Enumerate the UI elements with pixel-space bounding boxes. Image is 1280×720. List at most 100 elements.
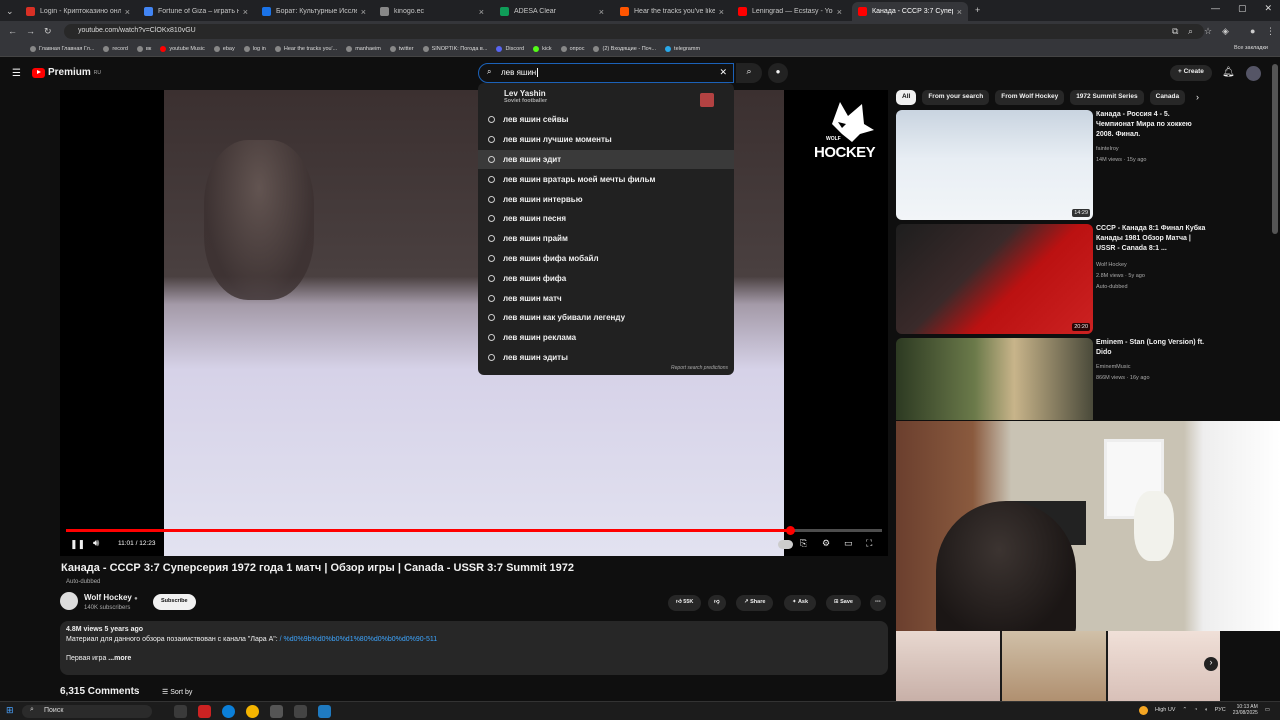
- clock[interactable]: 10:13 AM 23/08/2025: [1233, 704, 1258, 716]
- page-scrollbar[interactable]: [1272, 64, 1278, 234]
- create-button[interactable]: + Create: [1170, 65, 1212, 81]
- suggestion-item[interactable]: лев яшин реклама: [478, 328, 734, 348]
- suggestion-item[interactable]: лев яшин матч: [478, 288, 734, 308]
- chip-canada[interactable]: Canada: [1149, 90, 1186, 105]
- more-actions-button[interactable]: ⋯: [870, 595, 886, 611]
- app-icon[interactable]: [270, 705, 283, 718]
- suggestion-item[interactable]: лев яшин прайм: [478, 229, 734, 249]
- bookmark-item[interactable]: опрос: [560, 46, 584, 52]
- voice-search-button[interactable]: ●: [768, 63, 788, 83]
- suggestion-item[interactable]: лев яшин интервью: [478, 189, 734, 209]
- close-icon[interactable]: ×: [837, 7, 842, 17]
- settings-gear-icon[interactable]: [294, 705, 307, 718]
- search-input[interactable]: ⌕ лев яшин ✕: [478, 63, 734, 83]
- profile-icon[interactable]: ●: [1250, 26, 1255, 36]
- browser-tab-2[interactable]: Fortune of Giza – играть на оф ×: [138, 2, 254, 21]
- subscribe-button[interactable]: Subscribe: [153, 594, 196, 610]
- short-thumbnail[interactable]: [896, 631, 1000, 701]
- bookmark-item[interactable]: Главная Главная Гл...: [30, 46, 94, 52]
- close-icon[interactable]: ×: [957, 7, 962, 17]
- back-icon[interactable]: ←: [8, 26, 17, 36]
- browser-tab-6[interactable]: Hear the tracks you've liked: on ×: [614, 2, 730, 21]
- chevron-right-icon[interactable]: ›: [1204, 657, 1218, 671]
- volume-icon[interactable]: 🔊︎: [93, 538, 99, 549]
- bookmark-item[interactable]: вк: [136, 46, 151, 52]
- bookmark-item[interactable]: twitter: [389, 46, 414, 52]
- browser-tab-4[interactable]: kinogo.ec ×: [374, 2, 490, 21]
- taskbar-search[interactable]: ⌕ Поиск: [22, 705, 152, 718]
- bookmark-item[interactable]: telegramm: [665, 46, 700, 52]
- bookmark-item[interactable]: ebay: [213, 46, 235, 52]
- browser-tab-1[interactable]: Login - Криптоказино онлайн ×: [20, 2, 136, 21]
- all-bookmarks[interactable]: Все закладки: [1234, 45, 1268, 51]
- task-view-icon[interactable]: [174, 705, 187, 718]
- bookmark-item[interactable]: kick: [533, 46, 552, 52]
- fullscreen-icon[interactable]: ⛶: [866, 538, 872, 549]
- chevron-right-icon[interactable]: ›: [1196, 92, 1199, 102]
- network-icon[interactable]: ◔: [1194, 707, 1197, 713]
- weather-text[interactable]: High UV: [1155, 707, 1175, 713]
- close-icon[interactable]: ×: [125, 7, 130, 17]
- pause-icon[interactable]: ❚❚: [70, 539, 85, 550]
- zoom-icon[interactable]: ⌕: [1188, 26, 1193, 37]
- minimize-icon[interactable]: —: [1211, 3, 1220, 14]
- recommended-video-3[interactable]: Eminem - Stan (Long Version) ft. Dido Em…: [896, 338, 1212, 420]
- browser-tab-3[interactable]: Борат: Культурные Исследова ×: [256, 2, 372, 21]
- chevron-up-icon[interactable]: ⌃: [1182, 707, 1187, 713]
- short-thumbnail[interactable]: [1108, 631, 1220, 701]
- bookmark-item[interactable]: youtube Music: [160, 46, 205, 52]
- app-icon[interactable]: [318, 705, 331, 718]
- reload-icon[interactable]: ↻: [44, 26, 52, 37]
- browser-tab-7[interactable]: Leningrad — Ecstasy - YouTube ×: [732, 2, 848, 21]
- bookmark-item[interactable]: manhaeim: [346, 46, 381, 52]
- chip-summit-series[interactable]: 1972 Summit Series: [1070, 90, 1144, 105]
- description-box[interactable]: 4.8M views 5 years ago Материал для данн…: [60, 621, 888, 675]
- search-button[interactable]: ⌕: [736, 63, 762, 83]
- bookmark-item[interactable]: log in: [243, 46, 266, 52]
- bookmark-item[interactable]: record: [103, 46, 128, 52]
- suggestion-item[interactable]: лев яшин фифа: [478, 268, 734, 288]
- share-button[interactable]: ↗ Share: [736, 595, 774, 611]
- suggestion-item-hovered[interactable]: лев яшин эдит: [478, 149, 734, 170]
- chip-from-search[interactable]: From your search: [922, 90, 990, 105]
- suggestion-item[interactable]: лев яшин сейвы: [478, 110, 734, 130]
- app-icon[interactable]: [198, 705, 211, 718]
- bookmark-item[interactable]: Discord: [496, 46, 524, 52]
- chip-from-channel[interactable]: From Wolf Hockey: [995, 90, 1065, 105]
- extensions-icon[interactable]: ◈: [1222, 26, 1229, 37]
- windows-start-icon[interactable]: ⊞: [6, 705, 14, 716]
- like-button[interactable]: 👍︎ 55K: [668, 595, 702, 611]
- save-button[interactable]: ⊞ Save: [826, 595, 861, 611]
- suggestion-item[interactable]: лев яшин вратарь моей мечты фильм: [478, 169, 734, 189]
- autoplay-toggle[interactable]: [778, 540, 793, 549]
- more-link[interactable]: ...more: [108, 655, 131, 662]
- suggestion-lev-yashin[interactable]: Lev Yashin Soviet footballer: [478, 86, 734, 110]
- bookmark-item[interactable]: Hear the tracks you'...: [274, 46, 337, 52]
- report-predictions-link[interactable]: Report search predictions: [671, 365, 728, 371]
- close-icon[interactable]: ×: [599, 7, 604, 17]
- video-player[interactable]: WOLF HOCKEY ❚❚ 🔊︎ 11:01 / 12:23 ⎘ ⚙ ▭ ⛶: [60, 90, 888, 556]
- suggestion-item[interactable]: лев яшин лучшие моменты: [478, 130, 734, 150]
- clear-search-icon[interactable]: ✕: [719, 67, 727, 78]
- channel-avatar[interactable]: [60, 592, 78, 610]
- close-icon[interactable]: ×: [243, 7, 248, 17]
- subtitles-icon[interactable]: ⎘: [800, 538, 807, 549]
- new-tab-icon[interactable]: +: [975, 5, 980, 15]
- notification-icon[interactable]: ▭: [1265, 707, 1270, 713]
- recommended-video-1[interactable]: 14:29 Канада - Россия 4 - 5. Чемпионат М…: [896, 110, 1212, 220]
- hamburger-menu-icon[interactable]: ☰: [12, 68, 21, 79]
- chrome-icon[interactable]: [246, 705, 259, 718]
- chip-all[interactable]: All: [896, 90, 917, 105]
- menu-dots-icon[interactable]: ⋮: [1266, 26, 1275, 37]
- edge-icon[interactable]: [222, 705, 235, 718]
- dislike-button[interactable]: 👎︎: [708, 595, 726, 611]
- suggestion-item[interactable]: лев яшин фифа мобайл: [478, 249, 734, 269]
- youtube-logo[interactable]: Premium RU: [32, 67, 101, 78]
- ask-button[interactable]: ✦ Ask: [784, 595, 817, 611]
- close-icon[interactable]: ×: [719, 7, 724, 17]
- avatar[interactable]: [1246, 66, 1261, 81]
- bookmark-item[interactable]: SINOPTIK: Погода в...: [422, 46, 487, 52]
- theater-mode-icon[interactable]: ▭: [844, 538, 853, 549]
- description-link[interactable]: / %d0%9b%d0%b0%d1%80%d0%b0%d0%90-511: [280, 636, 437, 643]
- tab-search-icon[interactable]: ⌄: [6, 6, 14, 17]
